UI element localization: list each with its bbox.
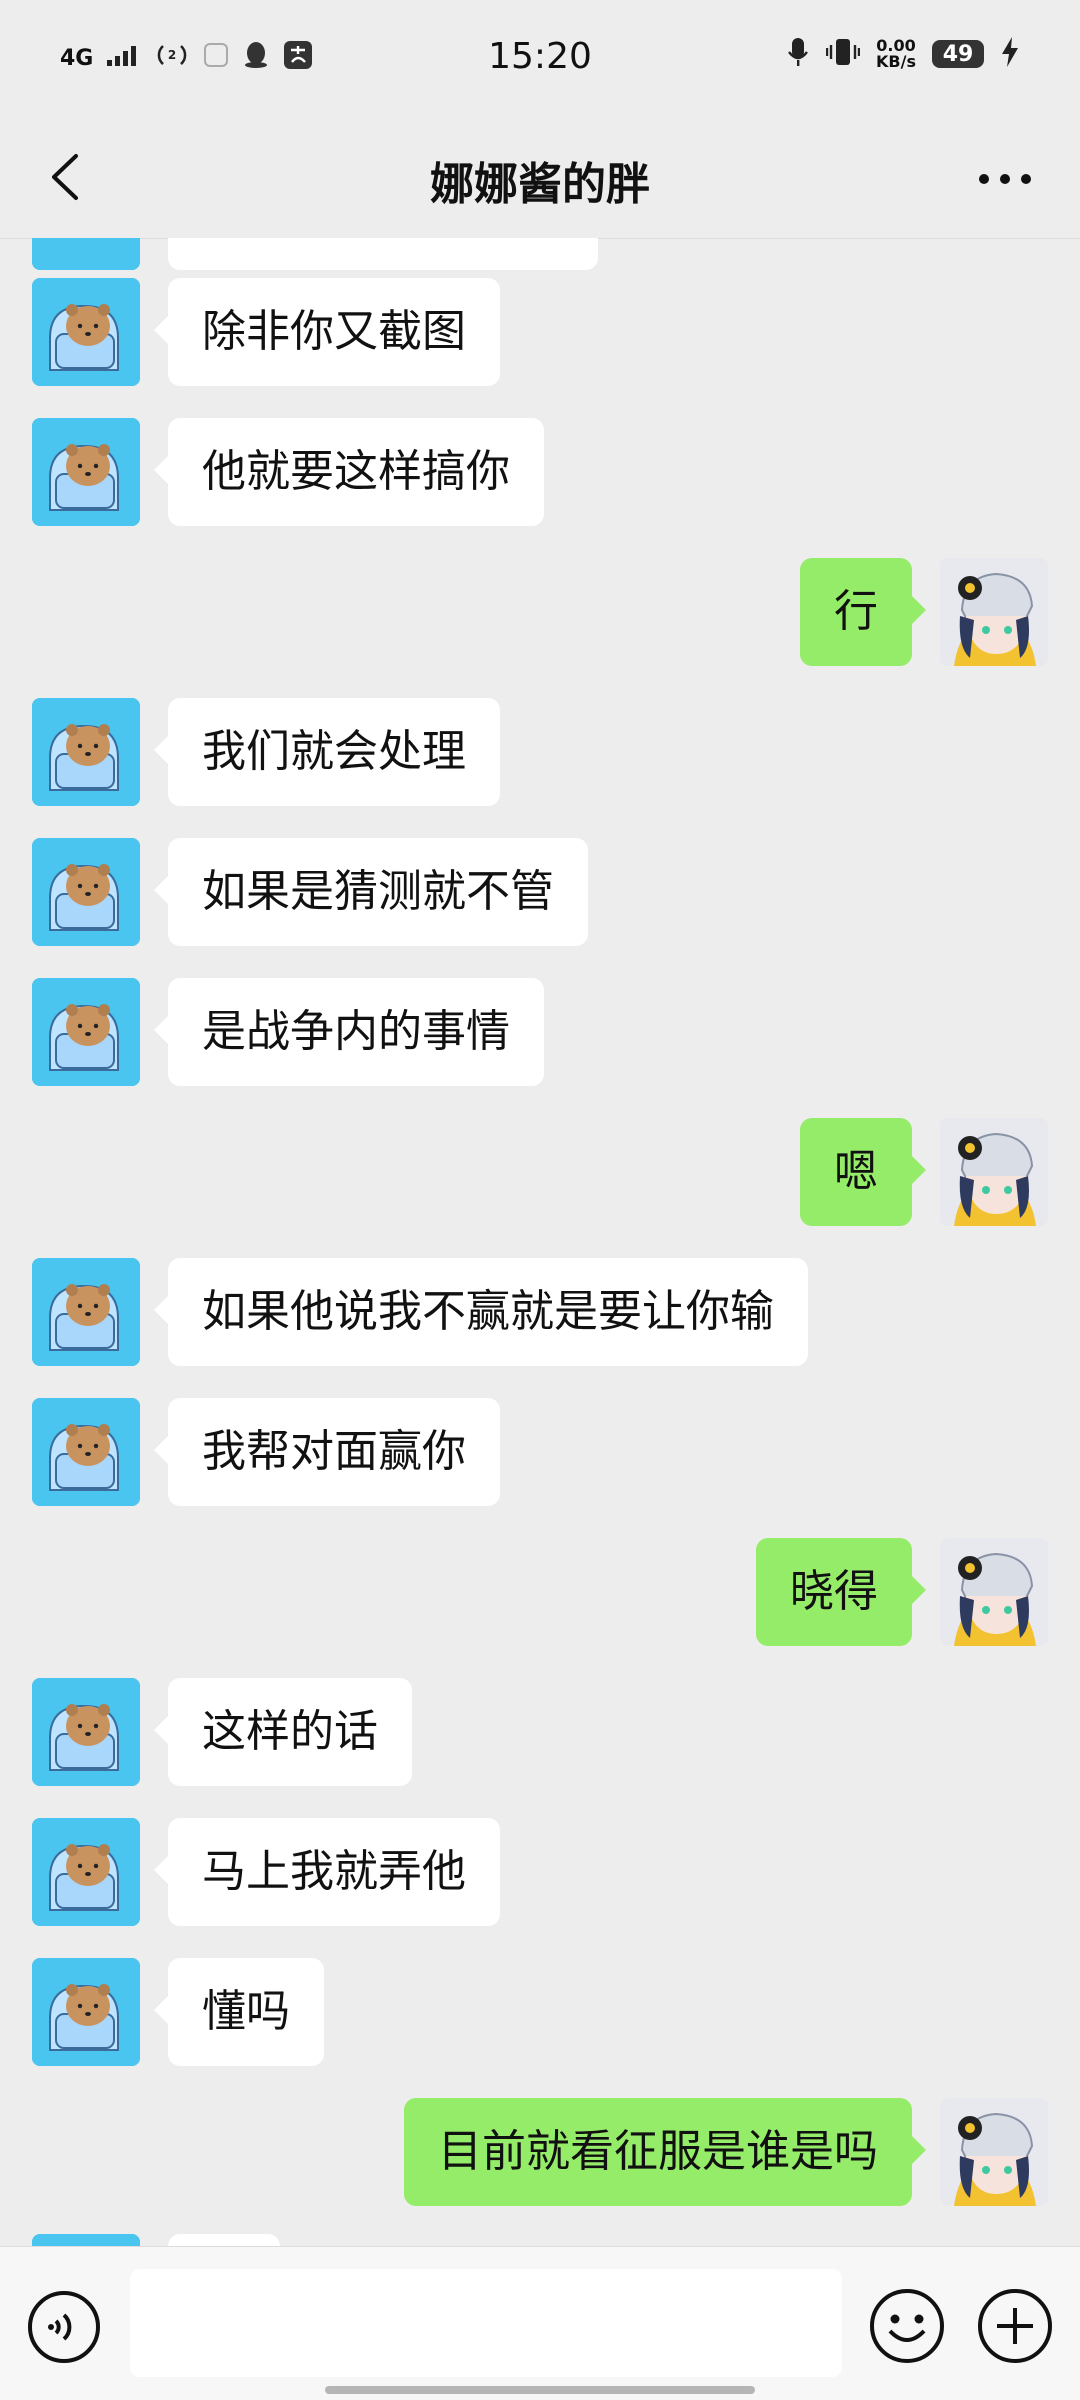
contact-avatar[interactable] <box>32 838 140 946</box>
message-bubble[interactable]: 马上我就弄他 <box>154 1818 500 1926</box>
incoming-message-row: 我帮对面赢你 <box>0 1398 1080 1506</box>
more-dots-icon <box>978 170 1032 189</box>
contact-avatar[interactable] <box>32 1818 140 1926</box>
message-bubble[interactable]: 这样的话 <box>154 1678 412 1786</box>
contact-avatar[interactable] <box>32 2234 140 2246</box>
charging-icon <box>1000 36 1020 72</box>
message-bubble[interactable]: 他就要这样搞你 <box>154 418 544 526</box>
outgoing-message-row: 目前就看征服是谁是吗 <box>0 2098 1080 2206</box>
contact-avatar[interactable] <box>32 418 140 526</box>
contact-avatar[interactable] <box>32 1398 140 1506</box>
message-bubble[interactable]: 除非你又截图 <box>154 278 500 386</box>
incoming-message-row: 马上我就弄他 <box>0 1818 1080 1926</box>
status-right: 0.00 KB/s 49 <box>786 36 1020 72</box>
self-avatar[interactable] <box>940 1118 1048 1226</box>
outgoing-message-row: 嗯 <box>0 1118 1080 1226</box>
message-bubble[interactable]: 我们就会处理 <box>154 698 500 806</box>
voice-button[interactable] <box>26 2289 102 2365</box>
contact-avatar[interactable] <box>32 238 140 270</box>
emoji-icon <box>868 2289 946 2369</box>
home-indicator[interactable] <box>325 2386 755 2394</box>
outgoing-message-row: 晓得 <box>0 1538 1080 1646</box>
message-row-partial-bottom <box>0 2234 1080 2246</box>
contact-avatar[interactable] <box>32 1258 140 1366</box>
input-bar <box>0 2246 1080 2400</box>
message-bubble[interactable]: 目前就看征服是谁是吗 <box>404 2098 926 2206</box>
incoming-message-row: 懂吗 <box>0 1958 1080 2066</box>
chat-title: 娜娜酱的胖 <box>430 159 650 210</box>
outgoing-message-row: 行 <box>0 558 1080 666</box>
message-row-partial-top <box>0 238 1080 270</box>
more-functions-button[interactable] <box>976 2287 1054 2365</box>
more-button[interactable] <box>960 144 1050 214</box>
self-avatar[interactable] <box>940 558 1048 666</box>
message-list[interactable]: 除非你又截图 他就要这样搞你行我们就会处理 如果是猜测就不管 是战争内的事情嗯如果他说… <box>0 238 1080 2246</box>
contact-avatar[interactable] <box>32 1678 140 1786</box>
chat-screen: 4G 2 15:20 0.00 KB/s 49 娜娜酱的胖 除非你又截图 他就要… <box>0 0 1080 2400</box>
battery-level: 49 <box>932 40 984 68</box>
contact-avatar[interactable] <box>32 1958 140 2066</box>
incoming-message-row: 我们就会处理 <box>0 698 1080 806</box>
message-bubble[interactable]: 嗯 <box>800 1118 926 1226</box>
incoming-message-row: 他就要这样搞你 <box>0 418 1080 526</box>
net-speed-unit: KB/s <box>876 52 916 71</box>
net-speed: 0.00 KB/s <box>876 38 916 70</box>
message-bubble[interactable]: 我帮对面赢你 <box>154 1398 500 1506</box>
message-bubble[interactable]: 如果他说我不赢就是要让你输 <box>154 1258 808 1366</box>
incoming-message-row: 如果他说我不赢就是要让你输 <box>0 1258 1080 1366</box>
emoji-button[interactable] <box>868 2287 946 2365</box>
contact-avatar[interactable] <box>32 978 140 1086</box>
message-bubble-partial[interactable] <box>168 2234 280 2246</box>
incoming-message-row: 如果是猜测就不管 <box>0 838 1080 946</box>
incoming-message-row: 除非你又截图 <box>0 278 1080 386</box>
message-bubble[interactable]: 是战争内的事情 <box>154 978 544 1086</box>
message-bubble[interactable]: 行 <box>800 558 926 666</box>
self-avatar[interactable] <box>940 1538 1048 1646</box>
vibrate-icon <box>825 37 861 71</box>
contact-avatar[interactable] <box>32 698 140 806</box>
incoming-message-row: 是战争内的事情 <box>0 978 1080 1086</box>
chat-header: 娜娜酱的胖 <box>0 120 1080 239</box>
message-bubble[interactable]: 晓得 <box>756 1538 926 1646</box>
contact-avatar[interactable] <box>32 278 140 386</box>
plus-circle-icon <box>976 2289 1054 2369</box>
message-bubble-partial[interactable] <box>168 238 598 270</box>
message-input[interactable] <box>130 2269 842 2377</box>
mic-icon <box>786 36 810 72</box>
incoming-message-row: 这样的话 <box>0 1678 1080 1786</box>
self-avatar[interactable] <box>940 2098 1048 2206</box>
status-bar: 4G 2 15:20 0.00 KB/s 49 <box>0 0 1080 120</box>
message-bubble[interactable]: 懂吗 <box>154 1958 324 2066</box>
voice-icon <box>26 2291 102 2369</box>
message-bubble[interactable]: 如果是猜测就不管 <box>154 838 588 946</box>
